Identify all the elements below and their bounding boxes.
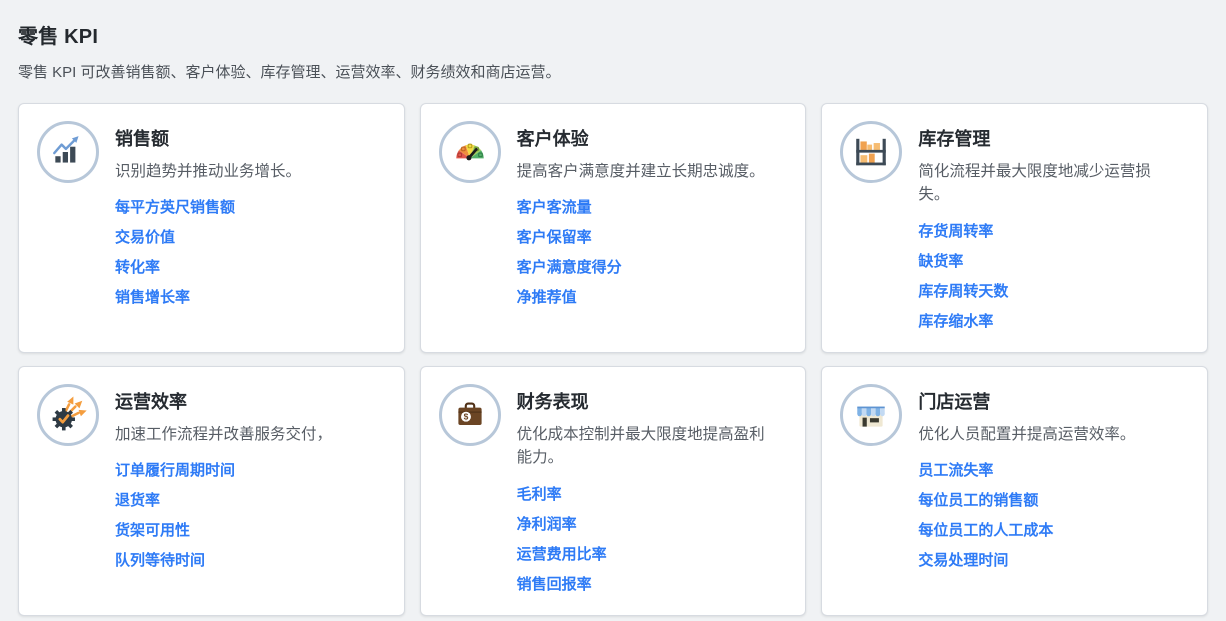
card-description: 加速工作流程并改善服务交付， <box>115 423 370 446</box>
kpi-card-operational-efficiency: 运营效率 加速工作流程并改善服务交付， 订单履行周期时间 退货率 货架可用性 队… <box>18 366 405 616</box>
kpi-link-employee-turnover-rate[interactable]: 员工流失率 <box>918 463 1189 480</box>
kpi-link-customer-satisfaction-score[interactable]: 客户满意度得分 <box>517 260 788 277</box>
kpi-link-net-promoter-score[interactable]: 净推荐值 <box>517 290 788 307</box>
card-title: 库存管理 <box>918 125 1189 151</box>
kpi-link-sales-per-employee[interactable]: 每位员工的销售额 <box>918 493 1189 510</box>
kpi-link-sales-per-sqft[interactable]: 每平方英尺销售额 <box>115 200 386 217</box>
storefront-icon <box>840 384 902 446</box>
kpi-link-list: 毛利率 净利润率 运营费用比率 销售回报率 <box>517 487 788 594</box>
card-title: 销售额 <box>115 125 386 151</box>
dollar-sign-glyph: $ <box>463 412 468 422</box>
kpi-link-days-of-inventory[interactable]: 库存周转天数 <box>918 284 1189 301</box>
kpi-link-list: 员工流失率 每位员工的销售额 每位员工的人工成本 交易处理时间 <box>918 463 1189 570</box>
kpi-card-customer-experience: 客户体验 提高客户满意度并建立长期忠诚度。 客户客流量 客户保留率 客户满意度得… <box>420 103 807 353</box>
kpi-card-financial-performance: $ 财务表现 优化成本控制并最大限度地提高盈利能力。 毛利率 净利润率 运营费用… <box>420 366 807 616</box>
kpi-link-operating-expense-ratio[interactable]: 运营费用比率 <box>517 547 788 564</box>
card-description: 优化成本控制并最大限度地提高盈利能力。 <box>517 423 772 470</box>
kpi-link-queue-wait-time[interactable]: 队列等待时间 <box>115 553 386 570</box>
bar-chart-growth-icon <box>37 121 99 183</box>
kpi-link-net-profit-margin[interactable]: 净利润率 <box>517 517 788 534</box>
card-title: 客户体验 <box>517 125 788 151</box>
card-description: 提高客户满意度并建立长期忠诚度。 <box>517 160 772 183</box>
kpi-link-gross-margin[interactable]: 毛利率 <box>517 487 788 504</box>
inventory-shelf-icon <box>840 121 902 183</box>
kpi-link-shelf-availability[interactable]: 货架可用性 <box>115 523 386 540</box>
card-title: 运营效率 <box>115 388 386 414</box>
card-title: 财务表现 <box>517 388 788 414</box>
kpi-link-shrinkage-rate[interactable]: 库存缩水率 <box>918 314 1189 331</box>
kpi-link-list: 存货周转率 缺货率 库存周转天数 库存缩水率 <box>918 224 1189 331</box>
kpi-card-sales: 销售额 识别趋势并推动业务增长。 每平方英尺销售额 交易价值 转化率 销售增长率 <box>18 103 405 353</box>
kpi-link-list: 每平方英尺销售额 交易价值 转化率 销售增长率 <box>115 200 386 307</box>
kpi-card-inventory-management: 库存管理 简化流程并最大限度地减少运营损失。 存货周转率 缺货率 库存周转天数 … <box>821 103 1208 353</box>
page-title: 零售 KPI <box>18 20 1208 49</box>
kpi-card-store-operations: 门店运营 优化人员配置并提高运营效率。 员工流失率 每位员工的销售额 每位员工的… <box>821 366 1208 616</box>
kpi-link-list: 客户客流量 客户保留率 客户满意度得分 净推荐值 <box>517 200 788 307</box>
gear-arrows-icon <box>37 384 99 446</box>
kpi-link-return-rate[interactable]: 退货率 <box>115 493 386 510</box>
kpi-link-stockout-rate[interactable]: 缺货率 <box>918 254 1189 271</box>
kpi-link-order-fulfillment-cycle-time[interactable]: 订单履行周期时间 <box>115 463 386 480</box>
kpi-link-inventory-turnover-rate[interactable]: 存货周转率 <box>918 224 1189 241</box>
kpi-link-conversion-rate[interactable]: 转化率 <box>115 260 386 277</box>
briefcase-dollar-icon: $ <box>439 384 501 446</box>
kpi-link-transaction-value[interactable]: 交易价值 <box>115 230 386 247</box>
kpi-link-transaction-processing-time[interactable]: 交易处理时间 <box>918 553 1189 570</box>
kpi-card-grid: 销售额 识别趋势并推动业务增长。 每平方英尺销售额 交易价值 转化率 销售增长率 <box>18 103 1208 616</box>
retail-kpi-page: 零售 KPI 零售 KPI 可改善销售额、客户体验、库存管理、运营效率、财务绩效… <box>0 0 1226 616</box>
kpi-link-sales-growth-rate[interactable]: 销售增长率 <box>115 290 386 307</box>
kpi-link-list: 订单履行周期时间 退货率 货架可用性 队列等待时间 <box>115 463 386 570</box>
card-description: 优化人员配置并提高运营效率。 <box>918 423 1173 446</box>
kpi-link-customer-foot-traffic[interactable]: 客户客流量 <box>517 200 788 217</box>
kpi-link-labor-cost-per-employee[interactable]: 每位员工的人工成本 <box>918 523 1189 540</box>
page-subtitle: 零售 KPI 可改善销售额、客户体验、库存管理、运营效率、财务绩效和商店运营。 <box>18 61 1208 82</box>
kpi-link-return-on-sales[interactable]: 销售回报率 <box>517 577 788 594</box>
card-description: 简化流程并最大限度地减少运营损失。 <box>918 160 1173 207</box>
kpi-link-customer-retention-rate[interactable]: 客户保留率 <box>517 230 788 247</box>
card-title: 门店运营 <box>918 388 1189 414</box>
card-description: 识别趋势并推动业务增长。 <box>115 160 370 183</box>
satisfaction-gauge-icon <box>439 121 501 183</box>
